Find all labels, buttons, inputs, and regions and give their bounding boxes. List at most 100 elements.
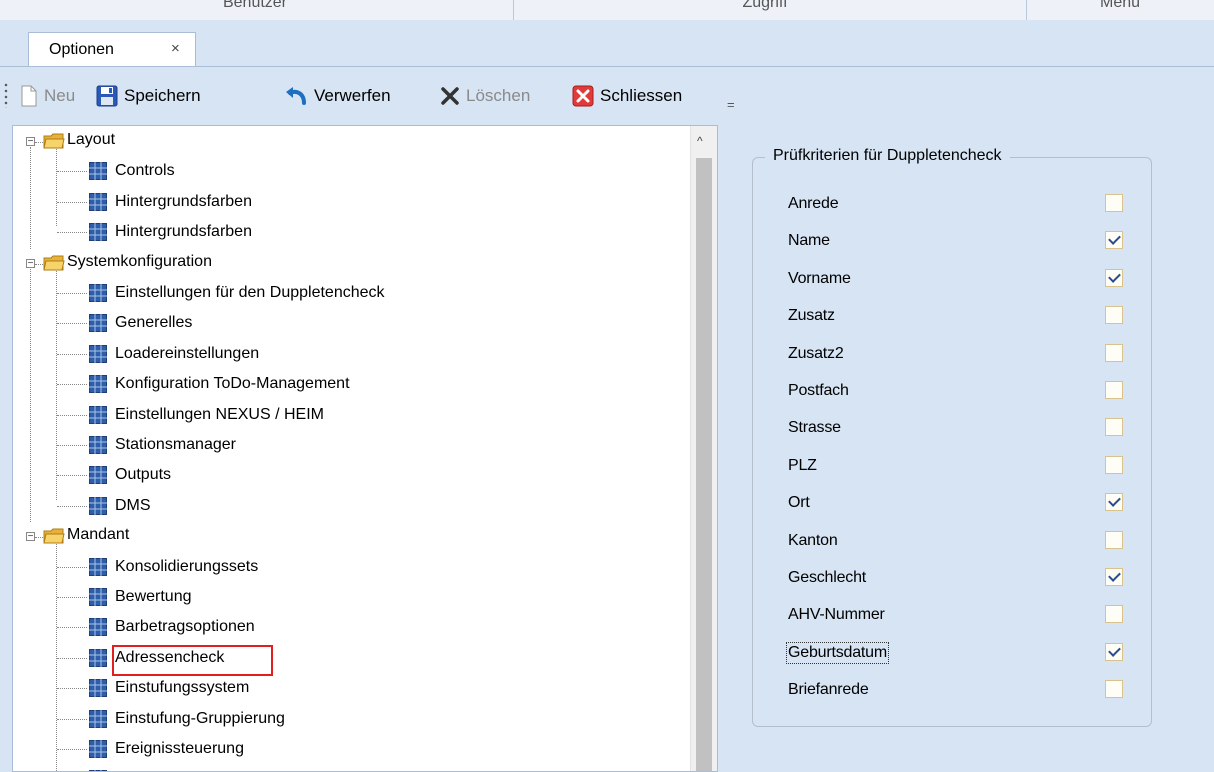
tree-item[interactable]: Barbetragsoptionen (115, 612, 255, 642)
criteria-label[interactable]: Zusatz (788, 307, 835, 325)
criteria-row: Geschlecht (788, 566, 1133, 592)
header-separator (513, 0, 514, 20)
criteria-label[interactable]: Postfach (788, 382, 849, 400)
save-button[interactable]: Speichern (96, 82, 201, 110)
criteria-label[interactable]: AHV-Nummer (788, 606, 885, 624)
tree-item[interactable]: Hintergrundsfarben (115, 187, 252, 217)
close-icon[interactable]: × (171, 40, 180, 57)
header-strip: Benutzer Zugriff Menu (0, 0, 1214, 21)
tree-item[interactable]: Generelles (115, 308, 192, 338)
tree-item[interactable]: Ereignissteuerung (115, 734, 244, 764)
criteria-label[interactable]: Geburtsdatum (786, 641, 889, 664)
collapse-toggle-icon[interactable]: − (26, 137, 35, 147)
new-button[interactable]: Neu (20, 82, 75, 110)
collapse-toggle-icon[interactable]: − (26, 532, 35, 542)
tree-item[interactable]: Stationsmanager (115, 430, 236, 460)
toolbar-grip[interactable] (4, 82, 8, 108)
grid-icon (89, 557, 107, 576)
tree-item[interactable]: Loadereinstellungen (115, 339, 259, 369)
criteria-label[interactable]: Strasse (788, 419, 841, 437)
header-col-benutzer[interactable]: Benutzer (90, 0, 420, 15)
tree-item[interactable]: Verantwortlichkeiten (115, 764, 258, 771)
criteria-checkbox[interactable] (1105, 418, 1123, 437)
criteria-label[interactable]: Ort (788, 494, 810, 512)
header-col-menu[interactable]: Menu (1070, 0, 1170, 15)
tree-folder-layout[interactable]: Layout (67, 126, 115, 155)
tree-line (57, 445, 87, 446)
tab-optionen[interactable]: Optionen × (28, 32, 196, 66)
criteria-checkbox[interactable] (1105, 605, 1123, 624)
close-button[interactable]: Schliessen (572, 82, 682, 110)
grid-icon (89, 436, 107, 454)
criteria-row: Strasse (788, 416, 1133, 442)
tab-label: Optionen (49, 41, 114, 58)
tree-item[interactable]: Einstellungen NEXUS / HEIM (115, 400, 324, 430)
scroll-up-icon[interactable]: ^ (697, 134, 703, 148)
criteria-row: Postfach (788, 379, 1133, 405)
criteria-checkbox[interactable] (1105, 642, 1123, 661)
scroll-thumb[interactable] (696, 158, 712, 771)
tree-item[interactable]: Einstellungen für den Duppletencheck (115, 278, 385, 308)
tree-line (57, 232, 87, 234)
tree-item[interactable]: Einstufung-Gruppierung (115, 704, 285, 734)
criteria-label[interactable]: Vorname (788, 270, 851, 288)
criteria-checkbox[interactable] (1105, 530, 1123, 549)
criteria-row: Name (788, 229, 1133, 255)
tree-folder-system[interactable]: Systemkonfiguration (67, 247, 212, 277)
tree-line (57, 353, 87, 355)
criteria-checkbox[interactable] (1105, 268, 1123, 287)
criteria-label[interactable]: Anrede (788, 195, 839, 213)
criteria-label[interactable]: Kanton (788, 532, 838, 550)
criteria-label[interactable]: Zusatz2 (788, 345, 844, 363)
tree-line (57, 293, 87, 294)
tree-scrollbar[interactable]: ^ (690, 126, 717, 771)
tree-item[interactable]: Outputs (115, 460, 171, 490)
tree-line (30, 268, 31, 523)
criteria-checkbox[interactable] (1105, 680, 1123, 699)
toolbar-overflow-icon[interactable]: = (727, 97, 735, 112)
tree-item[interactable]: Konfiguration ToDo-Management (115, 369, 350, 399)
tree-line (35, 263, 43, 265)
criteria-checkbox[interactable] (1105, 381, 1123, 399)
undo-icon (286, 87, 306, 105)
options-tree[interactable]: − Layout Controls Hintergrundsfarben Hinterg… (12, 125, 718, 772)
criteria-group-title: Prüfkriterien für Duppletencheck (765, 147, 1010, 165)
criteria-checkbox[interactable] (1105, 343, 1123, 362)
criteria-checkbox[interactable] (1105, 231, 1123, 250)
close-label: Schliessen (600, 86, 683, 105)
criteria-checkbox[interactable] (1105, 455, 1123, 474)
toolbar: Neu Speichern Verwerfen Löschen Schliess… (0, 67, 1214, 125)
grid-icon (89, 223, 107, 242)
tree-line (30, 147, 31, 249)
criteria-checkbox[interactable] (1105, 568, 1123, 586)
header-col-zugriff[interactable]: Zugriff (600, 0, 930, 15)
tree-item[interactable]: Einstufungssystem (115, 673, 249, 703)
criteria-row: Zusatz (788, 304, 1133, 330)
tree-item[interactable]: Bewertung (115, 582, 192, 612)
tree-line (57, 384, 87, 386)
grid-icon (89, 314, 107, 333)
tree-item[interactable]: Controls (115, 156, 175, 186)
criteria-label[interactable]: Briefanrede (788, 681, 869, 699)
criteria-label[interactable]: Geschlecht (788, 569, 866, 587)
grid-icon (89, 344, 107, 363)
tab-row: Optionen × (0, 20, 1214, 67)
delete-button[interactable]: Löschen (440, 82, 530, 110)
tree-line (35, 142, 43, 143)
criteria-label[interactable]: PLZ (788, 457, 817, 475)
discard-button[interactable]: Verwerfen (284, 82, 391, 110)
close-red-icon (572, 85, 594, 107)
collapse-toggle-icon[interactable]: − (26, 258, 35, 268)
criteria-checkbox[interactable] (1105, 306, 1123, 325)
criteria-label[interactable]: Name (788, 232, 830, 250)
criteria-checkbox[interactable] (1105, 493, 1123, 512)
tree-line (57, 688, 87, 690)
tree-item[interactable]: Hintergrundsfarben (115, 217, 252, 247)
tree-folder-mandant[interactable]: Mandant (67, 520, 129, 550)
criteria-checkbox[interactable] (1105, 194, 1123, 212)
tree-line (56, 270, 57, 500)
tree-line (57, 627, 87, 629)
tree-item[interactable]: Konsolidierungssets (115, 552, 258, 582)
grid-icon (89, 375, 107, 394)
tree-item[interactable]: DMS (115, 491, 151, 521)
